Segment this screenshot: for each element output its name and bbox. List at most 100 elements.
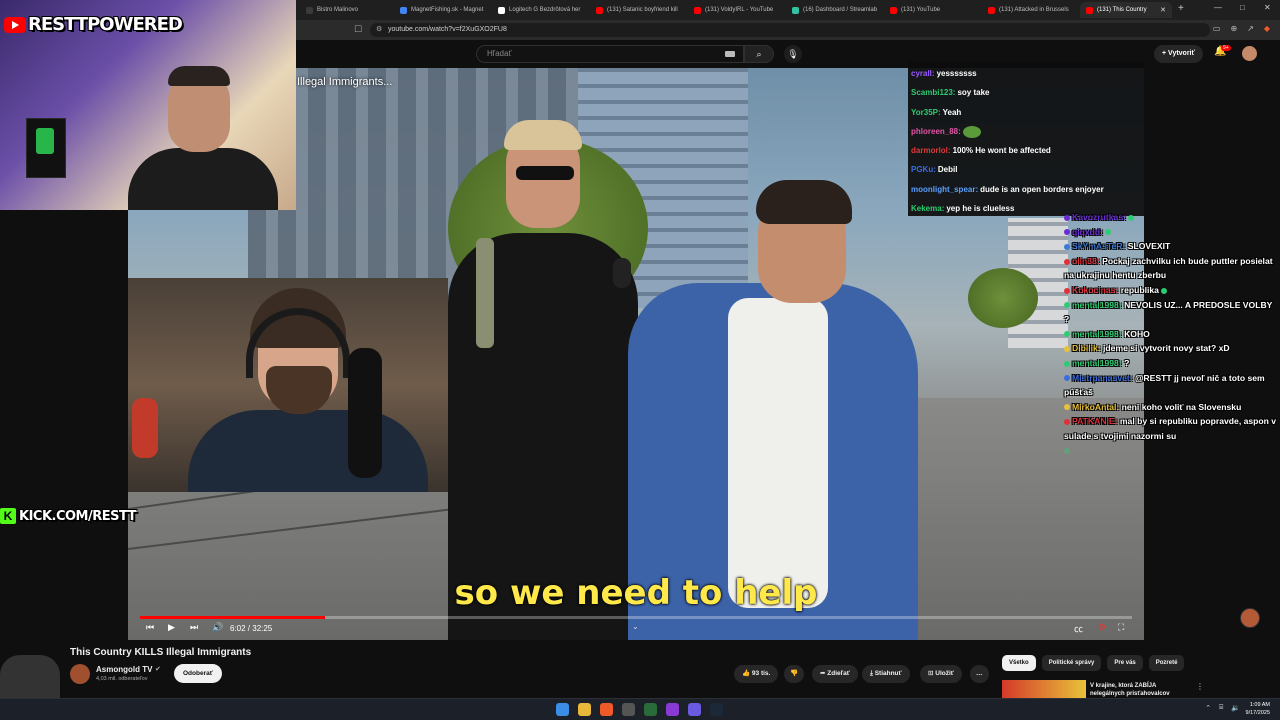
subtitles-icon[interactable]: ㏄ xyxy=(1074,622,1083,635)
settings-gear-icon[interactable]: ⚙ xyxy=(1098,622,1106,633)
cast-icon[interactable]: ▭ xyxy=(1213,24,1221,33)
recommended-video-title[interactable]: V krajine, ktorá ZABÍJA nelegálnych pris… xyxy=(1090,682,1190,698)
discord-icon[interactable] xyxy=(688,703,701,716)
verified-check-icon: ✔ xyxy=(155,666,161,673)
chat-text: 100% He wont be affected xyxy=(952,146,1051,156)
tab-label: Logitech G Bezdrôtová her xyxy=(509,7,581,13)
tab-close-icon[interactable]: ✕ xyxy=(1160,6,1166,14)
badge-icon xyxy=(1064,258,1070,265)
chat-text: dude is an open borders enjoyer xyxy=(980,184,1104,194)
search-button[interactable]: ⌕ xyxy=(744,45,774,63)
chat-message: moonlight_spear: dude is an open borders … xyxy=(911,180,1141,199)
channel-watermark-icon[interactable] xyxy=(1240,608,1260,628)
keyboard-icon[interactable] xyxy=(725,51,735,57)
previous-icon[interactable]: ⏮ xyxy=(146,622,154,633)
chevron-down-icon[interactable]: ⌄ xyxy=(632,622,639,631)
more-vert-icon[interactable]: ⋮ xyxy=(1196,682,1204,691)
search-input[interactable]: Hľadať xyxy=(476,45,744,63)
more-actions-button[interactable]: … xyxy=(970,665,989,683)
fullscreen-icon[interactable]: ⛶ xyxy=(1118,622,1124,633)
subscribe-button[interactable]: Odoberať xyxy=(174,664,222,683)
browser-tab[interactable]: Logitech G Bezdrôtová her xyxy=(492,2,588,18)
account-avatar[interactable] xyxy=(1242,46,1257,61)
start-menu-icon[interactable] xyxy=(556,703,569,716)
volume-icon[interactable]: 🔊 xyxy=(212,622,223,633)
volume-icon[interactable]: 🔉 xyxy=(1231,704,1240,712)
voice-search-button[interactable]: 🎙 xyxy=(784,45,802,63)
app-icon[interactable] xyxy=(666,703,679,716)
kick-logo-icon: K xyxy=(0,508,16,524)
tab-label: MagnetFishing.sk - Magnet xyxy=(411,7,484,13)
tab-label: (131) Satanic boyfriend kill xyxy=(607,7,678,13)
bookmark-icon[interactable]: ☐ xyxy=(354,24,362,35)
like-button[interactable]: 👍 93 tis. xyxy=(734,665,779,683)
zoom-icon[interactable]: ⊕ xyxy=(1230,24,1237,33)
browser-tab[interactable]: (131) Satanic boyfriend kill xyxy=(590,2,686,18)
minimize-icon[interactable]: — xyxy=(1214,3,1222,12)
share-label: Zdieľať xyxy=(827,670,850,677)
browser-tab-active[interactable]: (131) This Country ✕ xyxy=(1080,2,1172,18)
tab-favicon-icon xyxy=(596,6,603,14)
tab-favicon-icon xyxy=(988,6,995,14)
chevron-up-icon[interactable]: ⌃ xyxy=(1205,704,1211,712)
close-window-icon[interactable]: ✕ xyxy=(1264,3,1271,12)
browser-tab[interactable]: (16) Dashboard / Streamlab xyxy=(786,2,882,18)
chat-message: mental1998: NEVOLIS UZ... A PREDOSLE VOL… xyxy=(1064,298,1278,327)
chat-message: PGKu: Debil xyxy=(911,160,1141,179)
chip-all[interactable]: Všetko xyxy=(1002,655,1036,671)
next-icon[interactable]: ⏭ xyxy=(190,622,198,633)
browser-tab[interactable]: (131) VoldyIRL - YouTube xyxy=(688,2,784,18)
maximize-icon[interactable]: □ xyxy=(1240,3,1245,12)
file-explorer-icon[interactable] xyxy=(578,703,591,716)
chip-watched[interactable]: Pozreté xyxy=(1148,655,1185,671)
network-icon[interactable]: ⌸ xyxy=(1219,704,1223,712)
new-tab-button[interactable]: + xyxy=(1178,3,1184,14)
download-button[interactable]: ⤓ Stiahnuť xyxy=(862,665,910,683)
channel-avatar[interactable] xyxy=(70,664,90,684)
badge-icon xyxy=(1064,346,1070,353)
recommendation-chips: Všetko Politické správy Pre vás Pozreté xyxy=(1002,655,1185,671)
pc-rgb-light xyxy=(36,128,54,154)
browser-tab[interactable]: (131) YouTube xyxy=(884,2,980,18)
site-info-icon[interactable]: ⚙ xyxy=(376,23,382,37)
browser-tab[interactable]: MagnetFishing.sk - Magnet xyxy=(394,2,490,18)
chip-for-you[interactable]: Pre vás xyxy=(1107,655,1143,671)
like-count: 93 tis. xyxy=(751,670,771,677)
chat-username: Dibilik: xyxy=(1072,343,1101,354)
browser-tab[interactable]: (131) Attacked in Brussels xyxy=(982,2,1078,18)
create-button[interactable]: + Vytvoriť xyxy=(1154,45,1203,63)
system-clock[interactable]: 1:09 AM 9/17/2025 xyxy=(1246,701,1270,717)
chat-username: mental1998: xyxy=(1072,299,1122,310)
chat-message: Kokocinas: republika xyxy=(1064,283,1278,298)
browser-tab[interactable]: Bistro Malinovo xyxy=(300,2,392,18)
chat-username: phloreen_88: xyxy=(911,126,961,136)
chat-message: Yor35P: Yeah xyxy=(911,103,1141,122)
steam-icon[interactable] xyxy=(710,703,723,716)
share-button[interactable]: ➦ Zdieľať xyxy=(812,665,858,683)
bookmark-icon: ⊡ xyxy=(928,670,934,677)
brave-browser-icon[interactable] xyxy=(600,703,613,716)
chat-username: Kekema: xyxy=(911,204,945,214)
chat-message: cyrall: yesssssss xyxy=(911,64,1141,83)
chip-political-news[interactable]: Politické správy xyxy=(1041,655,1102,671)
shield-icon[interactable]: ◆ xyxy=(1264,24,1270,33)
video-progress-bar[interactable] xyxy=(140,616,1132,619)
dislike-button[interactable]: 👎 xyxy=(784,665,805,683)
thumbs-up-icon: 👍 xyxy=(742,670,751,677)
share-icon[interactable]: ↗ xyxy=(1247,24,1254,33)
terminal-icon[interactable] xyxy=(644,703,657,716)
chat-text: soy take xyxy=(957,88,990,98)
save-button[interactable]: ⊡ Uložiť xyxy=(920,665,962,683)
video-subtitle: so we need to help xyxy=(454,573,818,613)
subscriber-count: 4,03 mil. odberateľov xyxy=(96,676,148,682)
tab-label: (16) Dashboard / Streamlab xyxy=(803,7,878,13)
play-icon[interactable]: ▶ xyxy=(168,622,175,633)
obs-icon[interactable] xyxy=(622,703,635,716)
url-field[interactable]: ⚙ youtube.com/watch?v=f2XuGXO2FU8 xyxy=(370,23,1210,37)
recommended-video-thumbnail[interactable] xyxy=(1002,680,1086,698)
chat-message: phloreen_88: xyxy=(911,122,1141,141)
channel-name[interactable]: Asmongold TV xyxy=(96,665,152,674)
emote-icon xyxy=(1128,214,1135,221)
chat-message: PATKANIE: mal by si republiku popravde, … xyxy=(1064,414,1278,443)
chat-message: olin38: Pockaj zachvilku ich bude puttle… xyxy=(1064,254,1278,283)
